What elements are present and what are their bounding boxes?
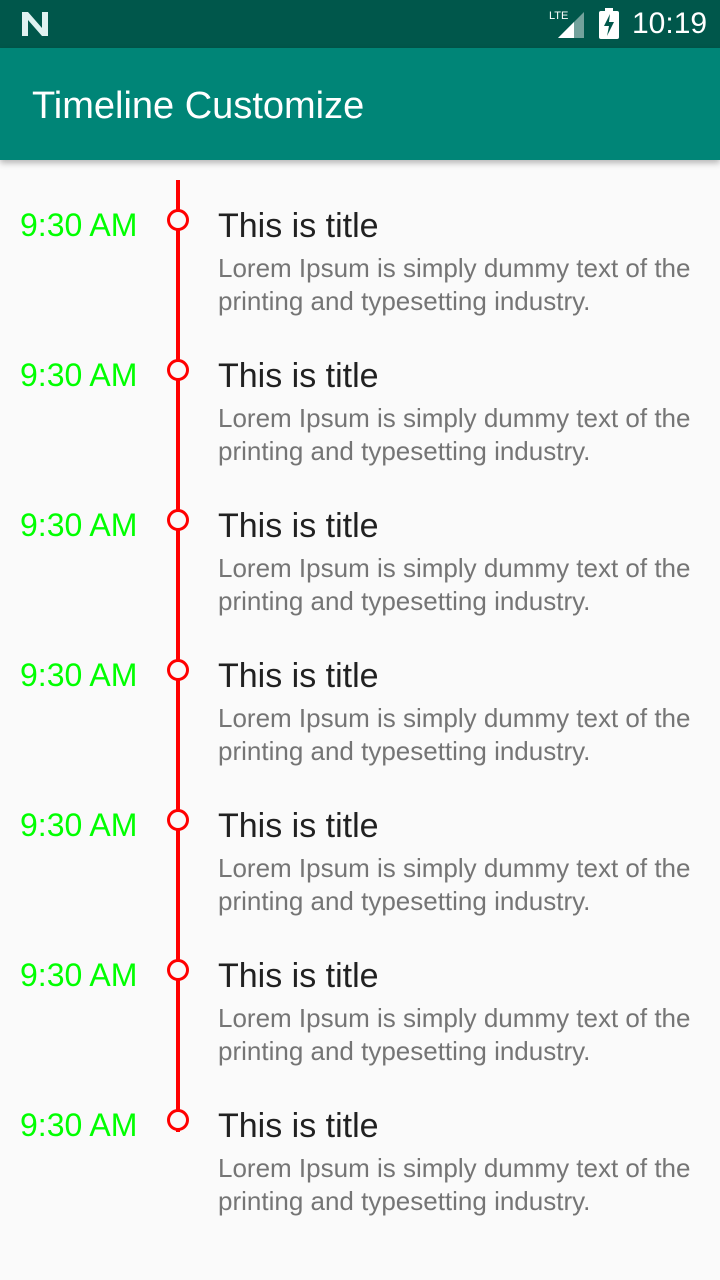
timeline-marker-icon [167,809,189,831]
timeline-time: 9:30 AM [20,807,138,843]
timeline-title: This is title [218,207,379,245]
timeline-item[interactable]: 9:30 AM This is title Lorem Ipsum is sim… [0,460,720,616]
timeline-list[interactable]: 9:30 AM This is title Lorem Ipsum is sim… [0,160,720,1280]
timeline-marker-icon [167,209,189,231]
timeline-title: This is title [218,657,379,695]
timeline-item[interactable]: 9:30 AM This is title Lorem Ipsum is sim… [0,760,720,916]
timeline-description: Lorem Ipsum is simply dummy text of the … [218,553,691,616]
timeline-time: 9:30 AM [20,657,138,693]
timeline-marker-icon [167,959,189,981]
timeline-title: This is title [218,357,379,395]
timeline-title: This is title [218,1107,379,1145]
timeline-time: 9:30 AM [20,507,138,543]
timeline-time: 9:30 AM [20,357,138,393]
timeline-title: This is title [218,507,379,545]
timeline-description: Lorem Ipsum is simply dummy text of the … [218,853,691,916]
timeline-marker-icon [167,509,189,531]
timeline-item[interactable]: 9:30 AM This is title Lorem Ipsum is sim… [0,910,720,1066]
notification-n-icon [22,12,48,36]
status-clock: 10:19 [632,7,708,40]
status-bar: LTE 10:19 [0,0,720,48]
timeline-title: This is title [218,957,379,995]
timeline-marker-icon [167,659,189,681]
app-title: Timeline Customize [32,85,365,127]
timeline-marker-icon [167,1109,189,1131]
timeline-time: 9:30 AM [20,1107,138,1143]
timeline-item[interactable]: 9:30 AM This is title Lorem Ipsum is sim… [0,1060,720,1216]
timeline-time: 9:30 AM [20,957,138,993]
timeline-time: 9:30 AM [20,207,138,243]
app-bar: Timeline Customize [0,48,720,160]
timeline-item[interactable]: 9:30 AM This is title Lorem Ipsum is sim… [0,310,720,466]
timeline-description: Lorem Ipsum is simply dummy text of the … [218,703,691,766]
timeline-description: Lorem Ipsum is simply dummy text of the … [218,253,691,316]
battery-charging-icon [599,8,619,39]
timeline-item[interactable]: 9:30 AM This is title Lorem Ipsum is sim… [0,610,720,766]
timeline-marker-icon [167,359,189,381]
timeline-description: Lorem Ipsum is simply dummy text of the … [218,1003,691,1066]
timeline-item[interactable]: 9:30 AM This is title Lorem Ipsum is sim… [0,160,720,316]
timeline-title: This is title [218,807,379,845]
lte-signal-icon: LTE [549,10,584,38]
network-label: LTE [549,10,568,22]
timeline-description: Lorem Ipsum is simply dummy text of the … [218,403,691,466]
timeline-description: Lorem Ipsum is simply dummy text of the … [218,1153,691,1216]
